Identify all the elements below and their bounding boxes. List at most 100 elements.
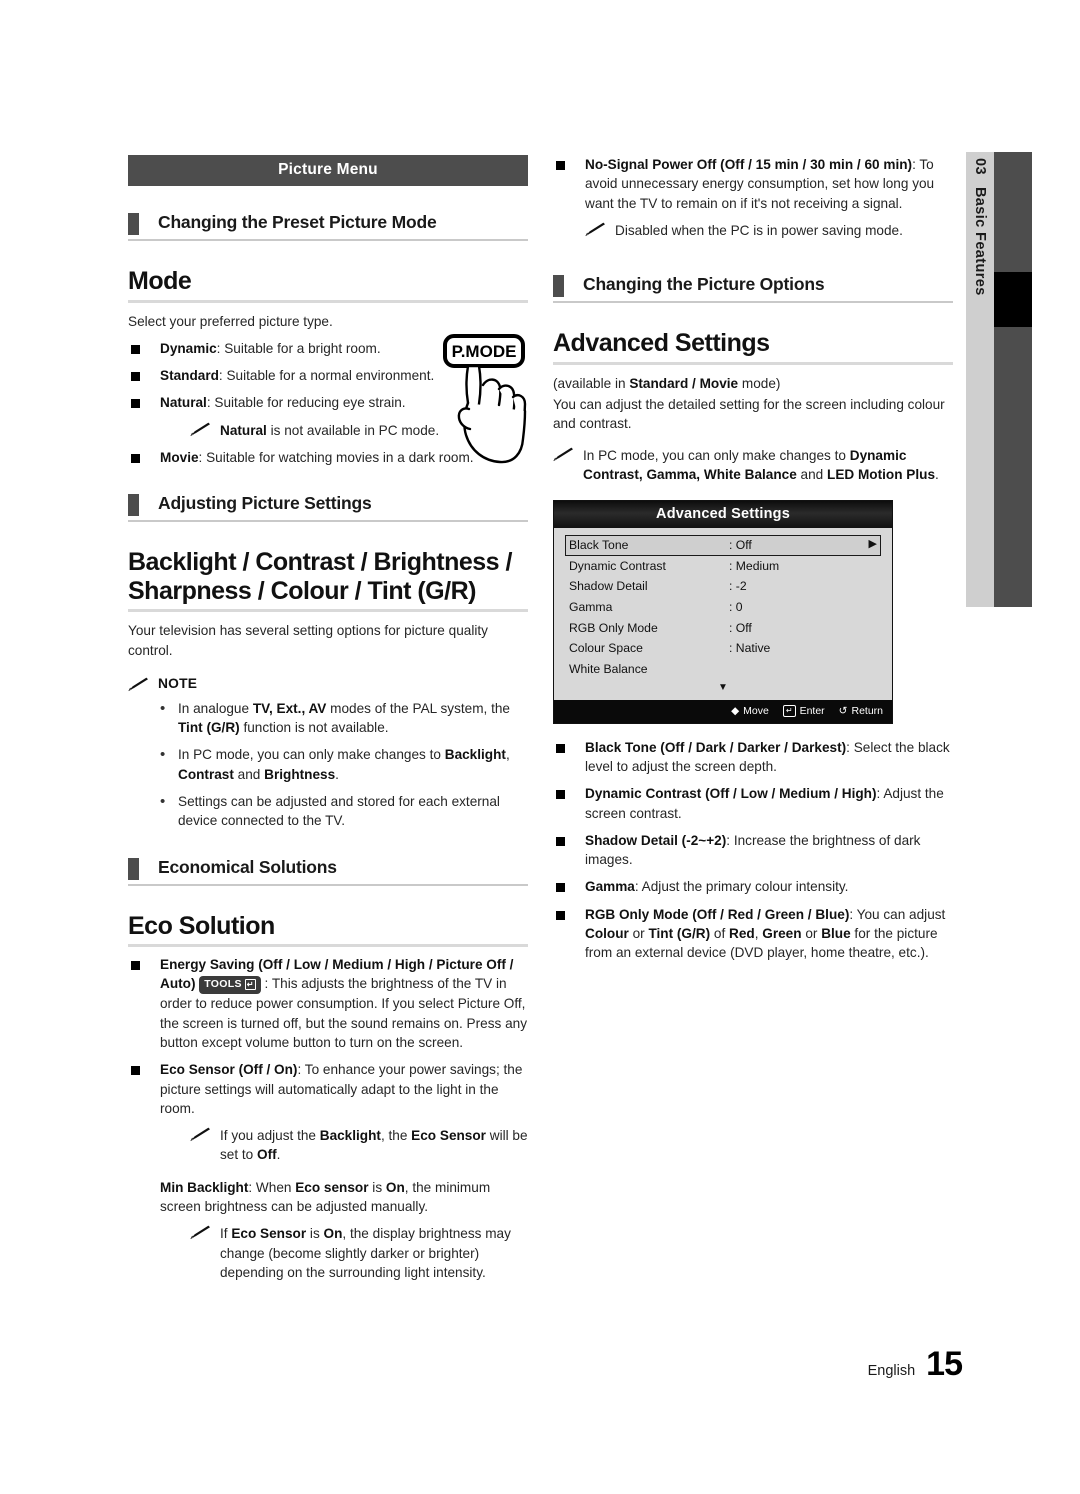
osd-row-colour-space[interactable]: Colour Space : Native <box>565 638 881 659</box>
tint-bold: Tint (G/R) <box>648 926 711 942</box>
note-modes-bold: TV, Ext., AV <box>252 700 327 716</box>
blue-bold: Blue <box>821 926 851 942</box>
min-backlight-para: Min Backlight: When Eco sensor is On, th… <box>160 1179 491 1215</box>
min-backlight-note: If Eco Sensor is On, the display brightn… <box>190 1224 528 1282</box>
osd-row-name: Colour Space <box>569 641 643 656</box>
osd-enter-hint: ↵ Enter <box>782 704 825 717</box>
page-footer: English 15 <box>867 1345 963 1384</box>
colour-bold: Colour <box>585 926 629 942</box>
chapter-tab: 03 Basic Features <box>966 152 994 607</box>
pencil-icon <box>553 447 575 462</box>
chapter-rail <box>994 152 1032 607</box>
mode-intro: Select your preferred picture type. <box>128 313 333 329</box>
osd-row-black-tone[interactable]: Black Tone : Off ▶ <box>565 535 881 556</box>
page-title-mode: Mode <box>128 267 528 303</box>
advanced-intro: You can adjust the detailed setting for … <box>553 396 945 432</box>
backlight-intro: Your television has several setting opti… <box>128 623 488 658</box>
backlight-note-list: In analogue TV, Ext., AV modes of the PA… <box>128 698 528 831</box>
chevron-right-icon: ▶ <box>868 538 877 551</box>
option-label-rgb-only-mode: RGB Only Mode (Off / Red / Green / Blue) <box>585 906 850 922</box>
osd-row-name: Gamma <box>569 600 613 615</box>
eco-sensor-label: Eco Sensor (Off / On) <box>160 1062 298 1078</box>
note-contrast-bold: Contrast <box>178 766 234 782</box>
eco-sensor-bold: Eco Sensor <box>411 1128 486 1144</box>
osd-row-value: : Native <box>729 641 771 656</box>
pencil-icon <box>190 1225 212 1240</box>
mode-standard-label: Standard <box>160 368 219 384</box>
pencil-icon <box>190 422 212 437</box>
osd-rows: Black Tone : Off ▶ Dynamic Contrast : Me… <box>554 528 892 700</box>
list-item: Energy Saving (Off / Low / Medium / High… <box>128 955 528 1052</box>
backlight-bold: Backlight <box>319 1128 381 1144</box>
eco-solution-list: Energy Saving (Off / Low / Medium / High… <box>128 955 528 1282</box>
list-item: Black Tone (Off / Dark / Darker / Darkes… <box>553 738 953 777</box>
option-label-gamma: Gamma <box>585 879 635 895</box>
page-title-advanced-settings: Advanced Settings <box>553 329 953 365</box>
green-bold: Green <box>762 926 802 942</box>
pc-note-bold-2: LED Motion Plus <box>827 466 936 482</box>
on-bold: On <box>385 1179 405 1195</box>
osd-return-hint: ↺ Return <box>839 705 883 717</box>
osd-row-name: Black Tone <box>569 538 629 553</box>
mode-dynamic-label: Dynamic <box>160 340 217 356</box>
no-signal-list: No-Signal Power Off (Off / 15 min / 30 m… <box>553 155 953 240</box>
osd-row-dynamic-contrast[interactable]: Dynamic Contrast : Medium <box>565 556 881 577</box>
list-item: Eco Sensor (Off / On): To enhance your p… <box>128 1060 528 1282</box>
list-item: Gamma: Adjust the primary colour intensi… <box>553 877 953 896</box>
option-label-black-tone: Black Tone (Off / Dark / Darker / Darkes… <box>585 739 847 755</box>
osd-row-value <box>729 662 877 677</box>
advanced-availability: (available in Standard / Movie mode) <box>553 375 781 391</box>
option-label-dynamic-contrast: Dynamic Contrast (Off / Low / Medium / H… <box>585 786 877 802</box>
enter-key-icon: ↵ <box>782 704 796 717</box>
section-heading-adjusting-picture-settings: Adjusting Picture Settings <box>128 493 528 523</box>
eco-sensor-bold-3: Eco Sensor <box>231 1226 307 1242</box>
osd-row-rgb-only-mode[interactable]: RGB Only Mode : Off <box>565 618 881 639</box>
pencil-icon <box>128 677 150 692</box>
footer-language: English <box>867 1363 916 1379</box>
page-title-backlight: Backlight / Contrast / Brightness / Shar… <box>128 548 528 613</box>
on-bold-2: On <box>323 1226 343 1242</box>
chapter-tab-label: 03 Basic Features <box>966 152 994 607</box>
advanced-options-list: Black Tone (Off / Dark / Darker / Darkes… <box>553 738 953 963</box>
osd-scroll-down-icon[interactable]: ▼ <box>565 680 881 697</box>
osd-move-label: Move <box>743 704 769 717</box>
pencil-icon <box>585 222 607 237</box>
chapter-title: Basic Features <box>972 186 988 296</box>
tools-badge-label: TOOLS <box>204 978 242 991</box>
osd-row-shadow-detail[interactable]: Shadow Detail : -2 <box>565 576 881 597</box>
red-bold: Red <box>729 926 755 942</box>
option-text-gamma: : Adjust the primary colour intensity. <box>634 879 849 895</box>
list-item: In PC mode, you can only make changes to… <box>158 744 528 784</box>
natural-bold: Natural <box>220 422 267 438</box>
osd-row-name: RGB Only Mode <box>569 620 658 635</box>
chapter-number: 03 <box>972 158 988 175</box>
osd-row-value: : Medium <box>729 558 780 573</box>
list-item: Shadow Detail (-2~+2): Increase the brig… <box>553 831 953 870</box>
osd-return-label: Return <box>851 704 883 717</box>
pencil-icon <box>190 1127 212 1142</box>
no-signal-note: Disabled when the PC is in power saving … <box>585 221 953 240</box>
standard-movie-bold: Standard / Movie <box>629 375 739 391</box>
no-signal-note-text: Disabled when the PC is in power saving … <box>615 222 903 238</box>
section-heading-picture-options: Changing the Picture Options <box>553 274 953 304</box>
osd-row-name: White Balance <box>569 662 648 677</box>
osd-row-value: : 0 <box>729 600 743 615</box>
osd-enter-label: Enter <box>799 704 825 717</box>
section-heading-preset-picture-mode: Changing the Preset Picture Mode <box>128 212 528 241</box>
mode-movie-label: Movie <box>160 449 199 465</box>
osd-row-gamma[interactable]: Gamma : 0 <box>565 597 881 618</box>
note-backlight-bold: Backlight <box>444 747 506 763</box>
osd-row-name: Dynamic Contrast <box>569 558 666 573</box>
manual-page: 03 Basic Features Picture Menu Changing t… <box>0 0 1080 1494</box>
up-down-arrows-icon: ◆ <box>731 704 740 717</box>
osd-row-value: : -2 <box>729 579 747 594</box>
right-column: No-Signal Power Off (Off / 15 min / 30 m… <box>553 155 953 963</box>
list-item: Settings can be adjusted and stored for … <box>158 791 528 831</box>
section-heading-economical-solutions: Economical Solutions <box>128 857 528 886</box>
advanced-pc-note: In PC mode, you can only make changes to… <box>553 446 953 485</box>
osd-move-hint: ◆ Move <box>731 705 769 717</box>
osd-row-white-balance[interactable]: White Balance <box>565 659 881 680</box>
list-item: In analogue TV, Ext., AV modes of the PA… <box>158 698 528 738</box>
picture-menu-bar: Picture Menu <box>128 155 528 186</box>
list-item: RGB Only Mode (Off / Red / Green / Blue)… <box>553 905 953 963</box>
